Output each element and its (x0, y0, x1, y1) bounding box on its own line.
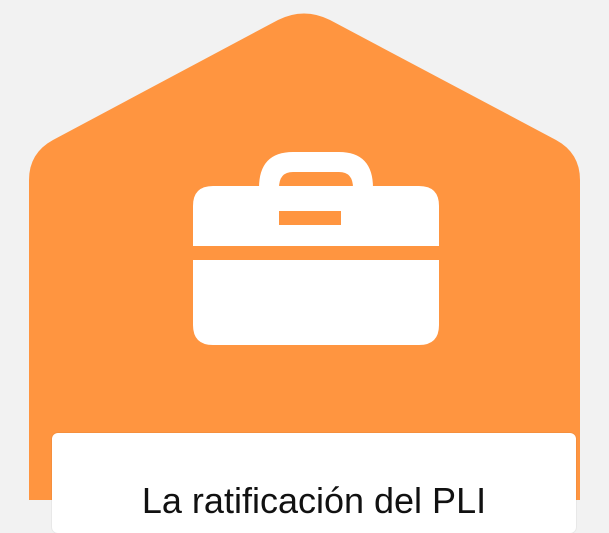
briefcase-icon (193, 150, 439, 345)
badge-label: La ratificación del PLI (141, 480, 487, 521)
badge-label-card: La ratificación del PLI (52, 433, 576, 533)
